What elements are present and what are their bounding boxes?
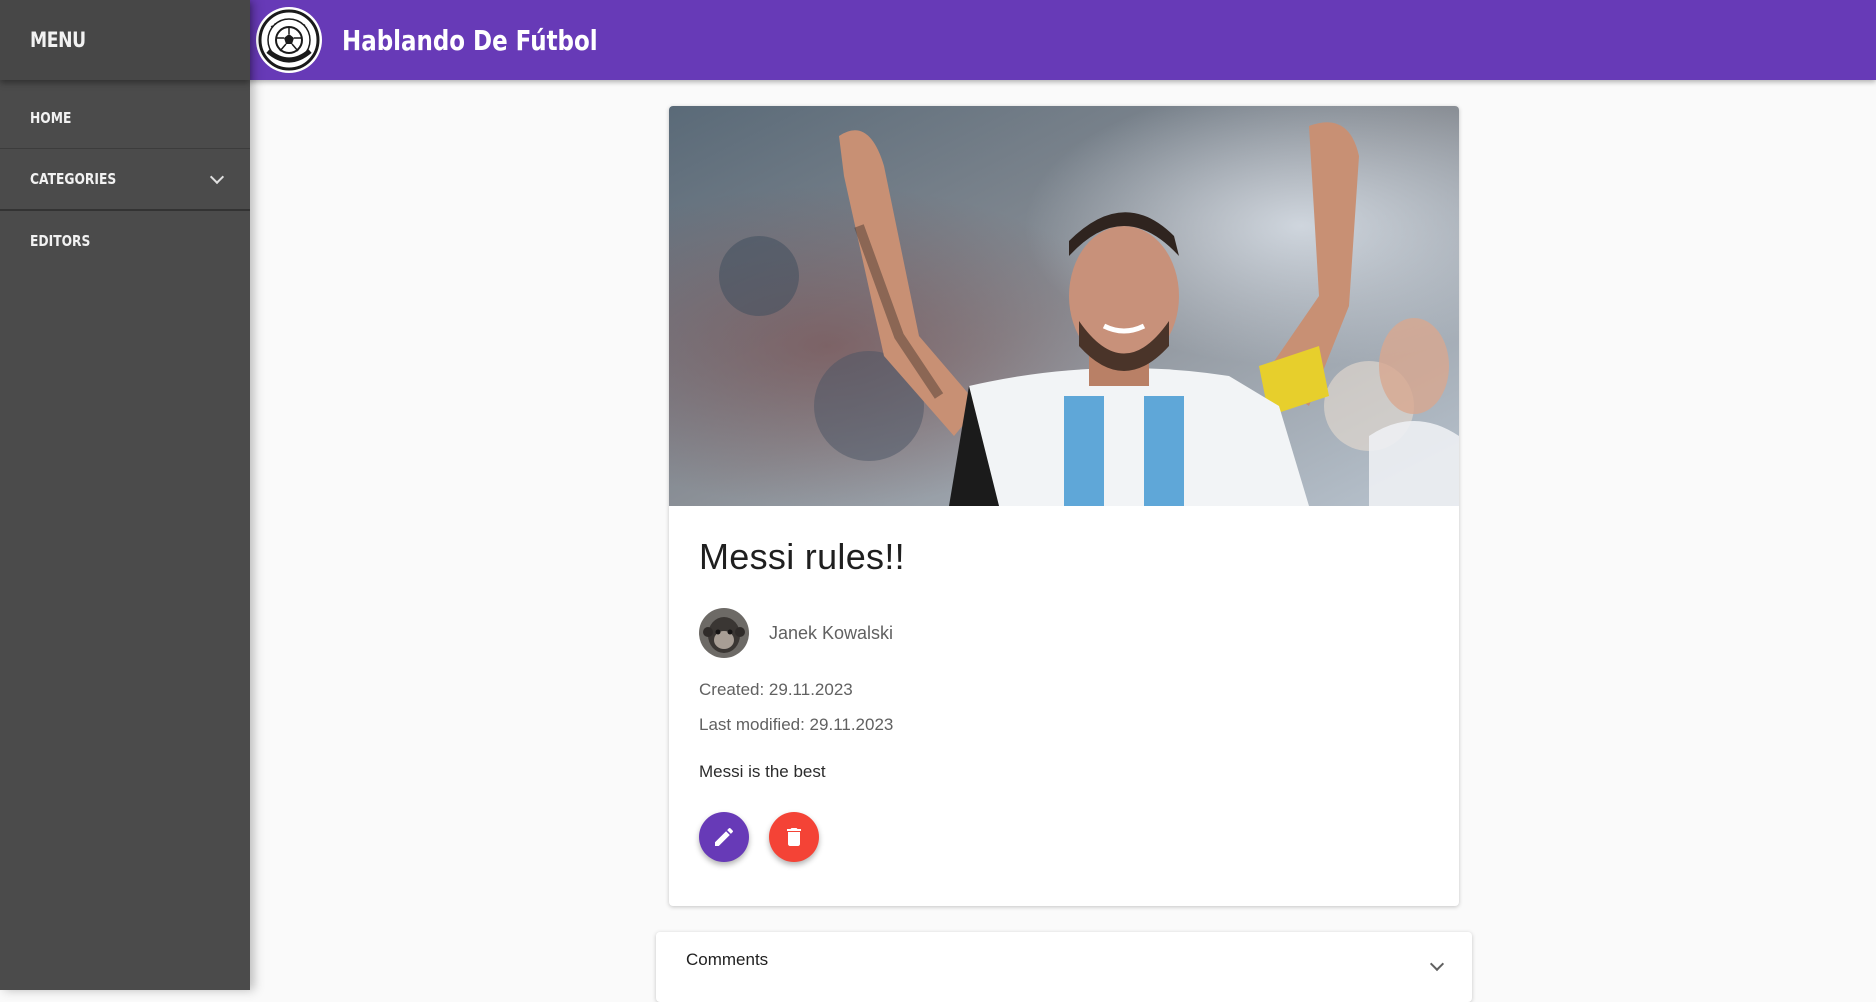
created-date: Created: 29.11.2023	[699, 680, 853, 699]
soccer-ball-logo-icon[interactable]	[256, 7, 322, 73]
sidebar-item-label: CATEGORIES	[30, 170, 117, 188]
post-hero-image	[669, 106, 1459, 506]
sidebar-item-label: HOME	[30, 109, 72, 127]
post-actions	[699, 812, 1429, 862]
comments-expander[interactable]: Comments	[656, 932, 1472, 1002]
delete-post-button[interactable]	[769, 812, 819, 862]
nav-list: HOME CATEGORIES EDITORS	[0, 88, 250, 271]
top-app-bar: Hablando De Fútbol	[250, 0, 1876, 80]
post-card: Messi rules!! Janek Kowalski Created: 29…	[669, 106, 1459, 906]
post-body: Messi is the best	[699, 762, 826, 781]
sidebar-item-home[interactable]: HOME	[0, 88, 250, 148]
comments-label: Comments	[686, 950, 769, 969]
edit-post-button[interactable]	[699, 812, 749, 862]
chevron-down-icon	[1429, 956, 1445, 972]
site-title[interactable]: Hablando De Fútbol	[342, 24, 598, 57]
pencil-icon	[715, 827, 734, 846]
post-title: Messi rules!!	[699, 536, 905, 577]
author-name[interactable]: Janek Kowalski	[769, 623, 893, 644]
post-card-body: Messi rules!! Janek Kowalski Created: 29…	[669, 506, 1459, 862]
author-row: Janek Kowalski	[699, 608, 1429, 658]
trash-icon	[787, 828, 801, 846]
sidebar: MENU HOME CATEGORIES EDITORS	[0, 0, 250, 990]
sidebar-item-label: EDITORS	[30, 232, 91, 250]
chevron-down-icon	[209, 169, 225, 184]
avatar[interactable]	[699, 608, 749, 658]
post-meta: Created: 29.11.2023 Last modified: 29.11…	[699, 672, 1429, 742]
sidebar-item-editors[interactable]: EDITORS	[0, 211, 250, 271]
main-content: Messi rules!! Janek Kowalski Created: 29…	[250, 80, 1876, 1002]
menu-title: MENU	[30, 28, 86, 52]
sidebar-header: MENU	[0, 0, 250, 80]
sidebar-item-categories[interactable]: CATEGORIES	[0, 149, 250, 209]
modified-date: Last modified: 29.11.2023	[699, 715, 894, 734]
